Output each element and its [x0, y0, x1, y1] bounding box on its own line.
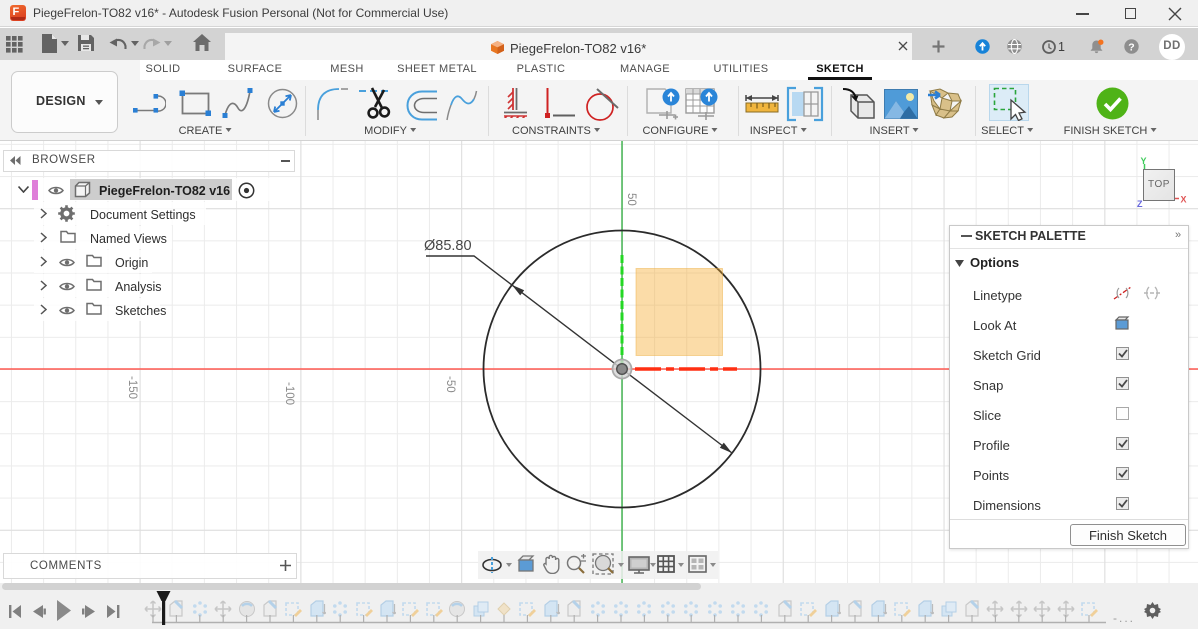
svg-text:?: ?: [1128, 42, 1134, 54]
svg-text:-100: -100: [283, 382, 295, 405]
svg-text:Y: Y: [1141, 156, 1147, 166]
svg-text:Ø85.80: Ø85.80: [424, 238, 472, 254]
svg-text:-50: -50: [444, 376, 456, 393]
svg-text:X: X: [1181, 195, 1187, 205]
svg-text:-150: -150: [126, 376, 138, 399]
svg-text:50: 50: [625, 193, 637, 206]
svg-text:Z: Z: [1137, 199, 1143, 209]
